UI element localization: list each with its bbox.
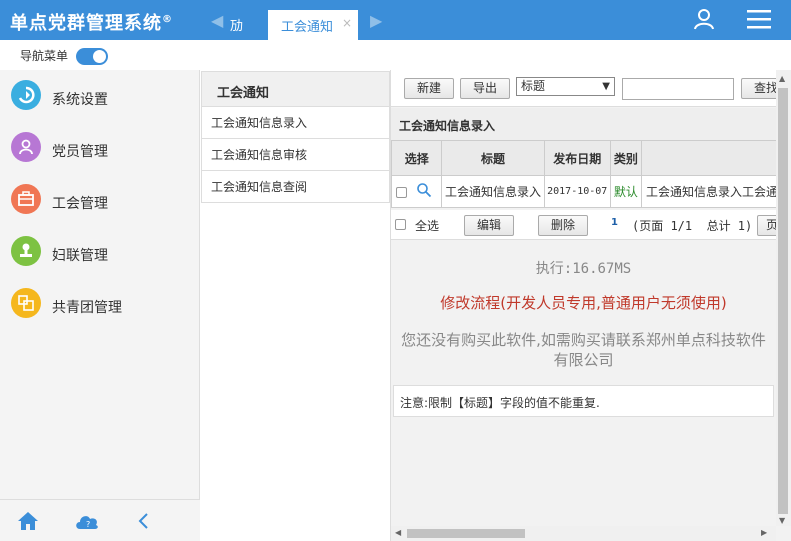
chevron-down-icon: ▼ bbox=[602, 81, 610, 92]
column-header-more bbox=[640, 140, 791, 176]
person-icon bbox=[11, 132, 41, 162]
sidebar-bottom-bar: ? bbox=[0, 499, 200, 541]
column-header-title[interactable]: 标题 bbox=[441, 140, 545, 176]
sidebar-item-label: 妇联管理 bbox=[52, 248, 108, 264]
table-header-row: 选择 标题 发布日期 类别 bbox=[391, 140, 791, 176]
toolbar: 新建 导出 标题 ▼ 查找 bbox=[391, 70, 791, 107]
main-content: 新建 导出 标题 ▼ 查找 工会通知信息录入 选择 标题 发布日期 类别 工会通 bbox=[391, 70, 791, 541]
table-footer: 全选 编辑 删除 1 (页面 1/1 总计 1) 页 bbox=[391, 210, 787, 240]
scroll-down-icon[interactable]: ▼ bbox=[779, 516, 785, 525]
row-checkbox[interactable] bbox=[396, 187, 407, 198]
row-extra: 工会通知信息录入工会通知 bbox=[640, 175, 791, 208]
horizontal-scrollbar[interactable]: ◀ ▶ bbox=[391, 526, 776, 541]
search-input[interactable] bbox=[622, 78, 734, 100]
sidebar: 系统设置 党员管理 工会管理 妇联管理 共青团管理 ? bbox=[0, 70, 200, 541]
scroll-left-icon[interactable]: ◀ bbox=[395, 528, 401, 537]
submenu-item-review[interactable]: 工会通知信息审核 bbox=[201, 139, 390, 171]
field-note: 注意:限制【标题】字段的值不能重复. bbox=[393, 385, 774, 417]
stamp-icon bbox=[11, 236, 41, 266]
table-row[interactable]: 工会通知信息录入 2017-10-07 默认 工会通知信息录入工会通知 bbox=[391, 175, 791, 208]
tab-close-icon[interactable]: × bbox=[342, 16, 352, 30]
nav-menu-label: 导航菜单 bbox=[20, 49, 69, 63]
horizontal-scroll-thumb[interactable] bbox=[407, 529, 525, 538]
user-icon[interactable] bbox=[693, 8, 715, 30]
scroll-right-icon[interactable]: ▶ bbox=[761, 528, 767, 537]
vertical-scrollbar[interactable]: ▲ ▼ bbox=[776, 70, 791, 526]
modify-flow-link[interactable]: 修改流程(开发人员专用,普通用户无须使用) bbox=[391, 292, 776, 313]
home-icon[interactable] bbox=[17, 511, 39, 531]
magnifier-icon[interactable] bbox=[416, 182, 432, 198]
cloud-help-icon[interactable]: ? bbox=[74, 512, 100, 530]
page-info: (页面 1/1 总计 1) bbox=[632, 219, 753, 233]
purchase-notice: 您还没有购买此软件,如需购买请联系郑州单点科技软件有限公司 bbox=[401, 331, 766, 369]
row-select-cell bbox=[391, 175, 443, 208]
svg-text:?: ? bbox=[86, 520, 90, 529]
row-title[interactable]: 工会通知信息录入 bbox=[441, 175, 545, 208]
sidebar-item-youth-league[interactable]: 共青团管理 bbox=[0, 282, 200, 322]
settings-icon bbox=[11, 80, 41, 110]
column-header-category[interactable]: 类别 bbox=[609, 140, 642, 176]
submenu-item-entry[interactable]: 工会通知信息录入 bbox=[201, 107, 390, 139]
select-all-label: 全选 bbox=[415, 219, 440, 233]
sidebar-item-label: 工会管理 bbox=[52, 196, 108, 212]
tab-union-notice[interactable]: 工会通知 × bbox=[268, 10, 358, 40]
select-all-checkbox[interactable] bbox=[395, 219, 406, 230]
submenu-item-browse[interactable]: 工会通知信息查阅 bbox=[201, 171, 390, 203]
execution-time: 执行:16.67MS bbox=[535, 261, 632, 277]
top-bar: 单点党群管理系统® ◀ 劢 工会通知 × ▶ bbox=[0, 0, 791, 40]
sidebar-item-union[interactable]: 工会管理 bbox=[0, 178, 200, 218]
nav-toggle-row: 导航菜单 bbox=[0, 40, 791, 70]
sidebar-item-label: 共青团管理 bbox=[52, 300, 122, 316]
field-select-value: 标题 bbox=[521, 79, 546, 93]
nav-menu-toggle[interactable] bbox=[76, 48, 108, 65]
row-category: 默认 bbox=[609, 175, 642, 208]
column-header-date[interactable]: 发布日期 bbox=[543, 140, 611, 176]
section-title: 工会通知信息录入 bbox=[391, 108, 776, 140]
page-number[interactable]: 1 bbox=[611, 217, 618, 228]
tab-next-arrow-icon[interactable]: ▶ bbox=[370, 11, 382, 30]
sidebar-item-women-federation[interactable]: 妇联管理 bbox=[0, 230, 200, 270]
new-button[interactable]: 新建 bbox=[404, 78, 454, 99]
group-icon bbox=[11, 288, 41, 318]
tab-label: 工会通知 bbox=[281, 20, 334, 35]
toggle-knob bbox=[93, 50, 106, 63]
vertical-scroll-thumb[interactable] bbox=[778, 88, 788, 514]
app-title: 单点党群管理系统® bbox=[10, 13, 173, 34]
submenu-title: 工会通知 bbox=[201, 71, 390, 107]
sidebar-item-system-settings[interactable]: 系统设置 bbox=[0, 74, 200, 114]
sidebar-item-label: 系统设置 bbox=[52, 92, 108, 108]
row-date: 2017-10-07 bbox=[543, 175, 611, 208]
data-table: 选择 标题 发布日期 类别 工会通知信息录入 2017-10-07 默认 工会通… bbox=[391, 140, 791, 208]
briefcase-icon bbox=[11, 184, 41, 214]
sidebar-item-label: 党员管理 bbox=[52, 144, 108, 160]
column-header-select: 选择 bbox=[391, 140, 443, 176]
tab-partial[interactable]: 劢 bbox=[230, 15, 243, 34]
tab-prev-arrow-icon[interactable]: ◀ bbox=[211, 11, 223, 30]
export-button[interactable]: 导出 bbox=[460, 78, 510, 99]
edit-button[interactable]: 编辑 bbox=[464, 215, 514, 236]
sidebar-item-member[interactable]: 党员管理 bbox=[0, 126, 200, 166]
collapse-icon[interactable] bbox=[137, 512, 149, 530]
scroll-up-icon[interactable]: ▲ bbox=[779, 74, 785, 83]
delete-button[interactable]: 删除 bbox=[538, 215, 588, 236]
submenu-panel: 工会通知 工会通知信息录入 工会通知信息审核 工会通知信息查阅 bbox=[201, 70, 391, 541]
hamburger-menu-icon[interactable] bbox=[747, 8, 771, 30]
field-select[interactable]: 标题 ▼ bbox=[516, 77, 615, 96]
